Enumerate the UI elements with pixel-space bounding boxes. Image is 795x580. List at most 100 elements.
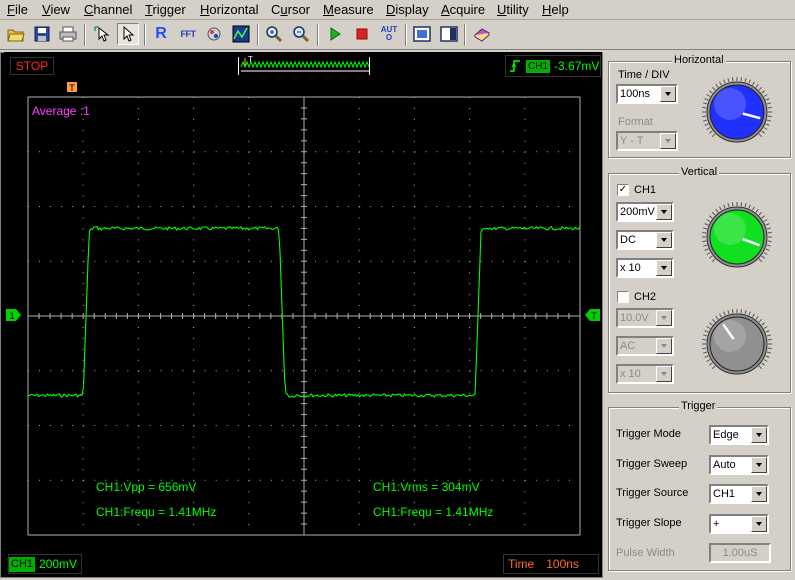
trigger-slope-value: + <box>713 518 720 530</box>
trigger-level-marker: T <box>585 309 600 321</box>
ch2-checkbox[interactable] <box>617 291 629 303</box>
book-icon[interactable] <box>471 23 493 45</box>
format-value: Y - T <box>620 135 644 147</box>
ch1-probe-value: x 10 <box>620 262 641 274</box>
toolbar-separator <box>405 24 407 46</box>
menu-bar: File View Channel Trigger Horizontal Cur… <box>0 0 795 20</box>
vertical-title: Vertical <box>679 166 720 178</box>
cursor-select-icon[interactable] <box>91 23 113 45</box>
menu-file[interactable]: File <box>7 2 28 18</box>
chevron-down-icon <box>751 516 767 532</box>
pulse-width-label: Pulse Width <box>616 547 675 559</box>
menu-channel[interactable]: Channel <box>84 2 132 18</box>
menu-view[interactable]: View <box>42 2 70 18</box>
chevron-down-icon <box>656 260 672 276</box>
panel-icon[interactable] <box>438 23 460 45</box>
chevron-down-icon <box>751 457 767 473</box>
time-scale-readout: Time 100ns <box>503 554 599 574</box>
trigger-source-select[interactable]: CH1 <box>709 484 769 504</box>
pulse-width-field: 1.00uS <box>709 543 771 563</box>
reference-letter: R <box>155 25 167 42</box>
print-icon[interactable] <box>57 23 79 45</box>
timediv-select[interactable]: 100ns <box>616 84 678 104</box>
menu-utility[interactable]: Utility <box>497 2 529 18</box>
toolbar-separator <box>317 24 319 46</box>
ch1-probe-select[interactable]: x 10 <box>616 258 674 278</box>
ch1-label: CH1 <box>634 184 657 196</box>
grid-lines <box>27 96 581 536</box>
horizontal-title: Horizontal <box>672 54 726 66</box>
run-icon[interactable] <box>324 23 346 45</box>
trigger-position-marker: T <box>67 82 77 93</box>
fft-text: FFT <box>180 29 197 39</box>
persistence-icon[interactable] <box>230 23 252 45</box>
zoom-in-icon[interactable] <box>263 23 285 45</box>
ch2-volts-knob <box>702 309 772 375</box>
trigger-source-value: CH1 <box>713 488 736 500</box>
trigger-info: CH1 -3.67mV <box>505 55 601 77</box>
format-select: Y - T <box>616 131 678 151</box>
run-state-label: STOP <box>10 57 54 75</box>
toolbar-separator <box>84 24 86 46</box>
reference-icon[interactable]: R <box>150 23 172 45</box>
ch1-volts-knob[interactable] <box>699 199 775 275</box>
timediv-value: 100ns <box>620 88 650 100</box>
toolbar-separator <box>257 24 259 46</box>
menu-cursor[interactable]: Cursor <box>271 2 310 18</box>
measurement-vpp: CH1:Vpp = 656mV <box>96 480 197 494</box>
trigger-slope-select[interactable]: + <box>709 514 769 534</box>
menu-display[interactable]: Display <box>386 2 429 18</box>
fft-icon[interactable]: FFT <box>177 23 199 45</box>
ch1-tag: CH1 <box>9 556 36 572</box>
trigger-sweep-label: Trigger Sweep <box>616 458 688 470</box>
screenshot-icon[interactable] <box>411 23 433 45</box>
waveform-overview-trace <box>240 58 370 72</box>
trigger-slope-label: Trigger Slope <box>616 517 682 529</box>
rising-edge-icon <box>510 60 520 72</box>
toolbar-separator <box>464 24 466 46</box>
stop-icon[interactable] <box>351 23 373 45</box>
save-icon[interactable] <box>31 23 53 45</box>
ch1-coupling-select[interactable]: DC <box>616 230 674 250</box>
ch2-volts-value: 10.0V <box>620 312 649 324</box>
waveform-overview[interactable]: T <box>238 55 370 75</box>
ch1-ground-marker: 1 <box>6 309 21 321</box>
chevron-down-icon <box>751 486 767 502</box>
timediv-label: Time / DIV <box>618 69 670 81</box>
ch1-volts-select[interactable]: 200mV <box>616 202 674 222</box>
chevron-down-icon <box>656 338 672 354</box>
acquire-mode-label: Average :1 <box>32 104 90 118</box>
open-icon[interactable] <box>5 23 27 45</box>
chevron-down-icon <box>660 86 676 102</box>
ch2-coupling-select: AC <box>616 336 674 356</box>
trigger-position-letter: T <box>69 83 75 93</box>
trigger-sweep-value: Auto <box>713 459 736 471</box>
trigger-title: Trigger <box>679 400 718 412</box>
ch2-probe-value: x 10 <box>620 368 641 380</box>
zoom-out-icon[interactable] <box>290 23 312 45</box>
auto-text: AUTO <box>380 25 398 42</box>
toolbar: R FFT AUTO <box>0 20 795 50</box>
chevron-down-icon <box>751 427 767 443</box>
menu-help[interactable]: Help <box>542 2 569 18</box>
ch1-volts-value: 200mV <box>620 206 655 218</box>
ch2-coupling-value: AC <box>620 340 636 352</box>
ch1-scale-readout: CH1 200mV <box>8 554 83 574</box>
ch2-label: CH2 <box>634 291 657 303</box>
chevron-down-icon <box>660 133 676 149</box>
ch1-checkbox[interactable]: ✓ <box>617 184 629 196</box>
auto-icon[interactable]: AUTO <box>378 23 400 45</box>
menu-acquire[interactable]: Acquire <box>441 2 485 18</box>
menu-trigger[interactable]: Trigger <box>145 2 186 18</box>
trigger-mode-value: Edge <box>713 429 739 441</box>
chevron-down-icon <box>656 310 672 326</box>
trigger-mode-select[interactable]: Edge <box>709 425 769 445</box>
menu-horizontal[interactable]: Horizontal <box>200 2 259 18</box>
pointer-icon[interactable] <box>117 23 139 45</box>
ch1-ground-number: 1 <box>9 311 14 321</box>
math-icon[interactable] <box>203 23 225 45</box>
menu-measure[interactable]: Measure <box>323 2 374 18</box>
measurement-frequency: CH1:Frequ = 1.41MHz <box>96 505 217 519</box>
timebase-knob[interactable] <box>699 74 775 150</box>
trigger-sweep-select[interactable]: Auto <box>709 455 769 475</box>
